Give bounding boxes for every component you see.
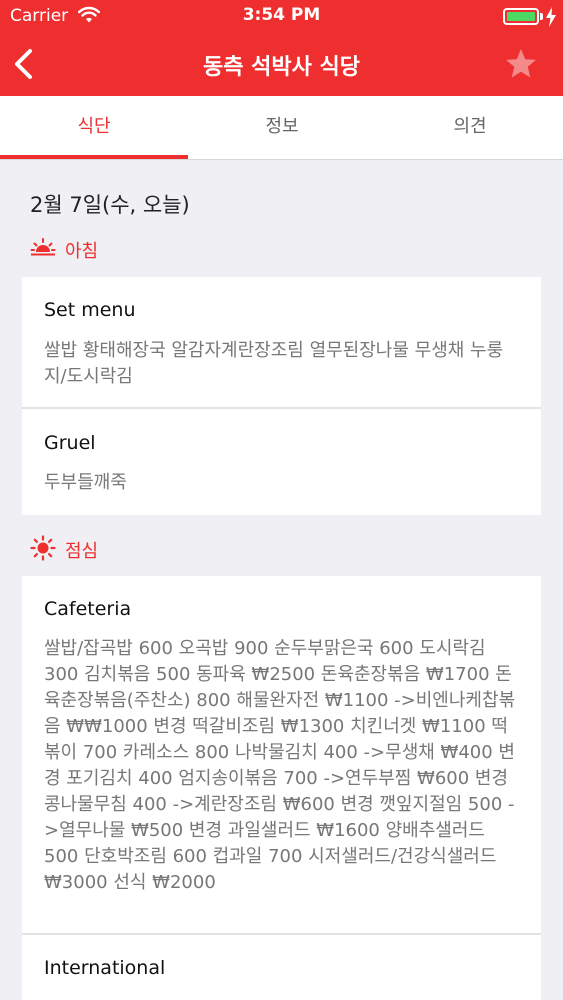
divider bbox=[22, 933, 541, 935]
charging-bolt-icon bbox=[546, 7, 556, 27]
item-menu-set-menu: 쌀밥 황태해장국 알감자계란장조림 열무된장나물 무생채 누룽지/도시락김 bbox=[44, 340, 504, 387]
battery-icon bbox=[503, 8, 539, 25]
favorite-star-button[interactable] bbox=[503, 46, 539, 82]
tab-bar: 식단 정보 의견 bbox=[0, 96, 563, 160]
section-lunch-label: 점심 bbox=[65, 541, 99, 562]
tab-feedback[interactable]: 의견 bbox=[376, 96, 563, 160]
tab-info[interactable]: 정보 bbox=[188, 96, 376, 160]
restaurant-title: 동측 석박사 식당 bbox=[203, 55, 360, 80]
item-name-set-menu: Set menu bbox=[44, 299, 136, 321]
tab-menu[interactable]: 식단 bbox=[0, 96, 188, 160]
battery-level bbox=[507, 12, 535, 21]
nav-bar: 동측 석박사 식당 bbox=[0, 34, 563, 96]
item-menu-cafeteria: 쌀밥/잡곡밥 600 오곡밥 900 순두부맑은국 600 도시락김 300 김… bbox=[44, 638, 516, 893]
battery-tip bbox=[540, 13, 543, 20]
sunrise-icon bbox=[30, 238, 56, 256]
status-bar: Carrier 3:54 PM bbox=[0, 0, 563, 34]
section-breakfast-label: 아침 bbox=[65, 241, 99, 262]
item-name-gruel: Gruel bbox=[44, 432, 96, 454]
menu-date: 2월 7일(수, 오늘) bbox=[30, 193, 190, 217]
sun-icon bbox=[30, 535, 56, 561]
clock: 3:54 PM bbox=[242, 5, 321, 25]
item-menu-gruel: 두부들깨죽 bbox=[44, 472, 127, 493]
divider bbox=[22, 407, 541, 409]
item-name-international: International bbox=[44, 957, 166, 979]
active-tab-indicator bbox=[0, 155, 188, 159]
item-name-cafeteria: Cafeteria bbox=[44, 598, 132, 620]
